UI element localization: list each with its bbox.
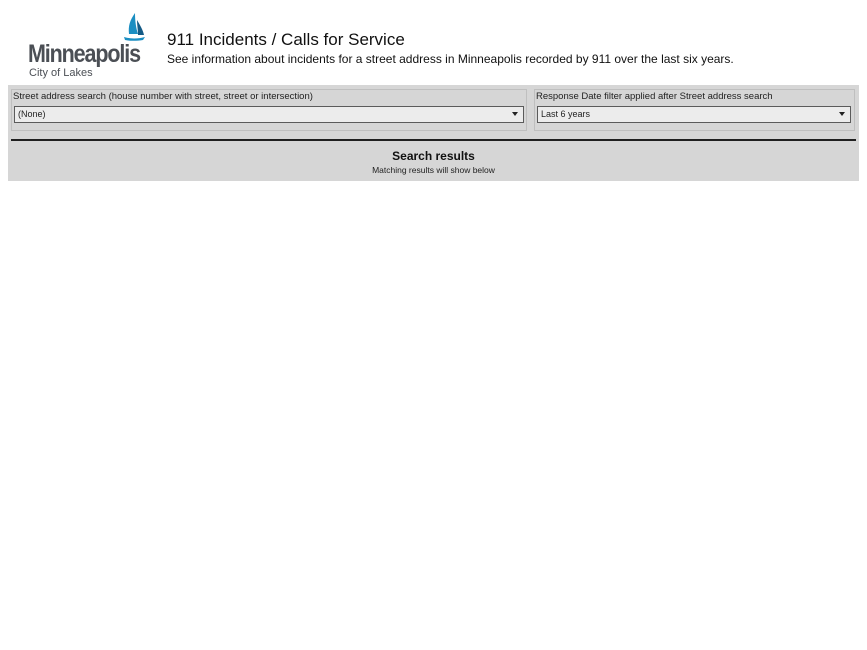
logo-wordmark: Minneapolis (28, 40, 141, 68)
page-title: 911 Incidents / Calls for Service (167, 30, 405, 49)
results-hint: Matching results will show below (372, 165, 495, 175)
date-filter-dropdown[interactable]: Last 6 years (537, 106, 851, 123)
chevron-down-icon (839, 112, 845, 116)
logo-tagline: City of Lakes (29, 67, 93, 79)
address-search-value: (None) (18, 109, 46, 119)
address-search-group: Street address search (house number with… (11, 89, 527, 131)
date-filter-value: Last 6 years (541, 109, 591, 119)
date-filter-group: Response Date filter applied after Stree… (534, 89, 855, 131)
results-heading: Search results (392, 149, 475, 163)
search-panel: Street address search (house number with… (8, 85, 859, 181)
page-header: Minneapolis City of Lakes 911 Incidents … (0, 0, 867, 86)
minneapolis-logo: Minneapolis City of Lakes (28, 12, 153, 82)
chevron-down-icon (512, 112, 518, 116)
address-search-label: Street address search (house number with… (13, 91, 313, 102)
date-filter-label: Response Date filter applied after Stree… (536, 91, 773, 102)
address-search-dropdown[interactable]: (None) (14, 106, 524, 123)
section-divider (11, 139, 856, 141)
page-subtitle: See information about incidents for a st… (167, 52, 734, 66)
